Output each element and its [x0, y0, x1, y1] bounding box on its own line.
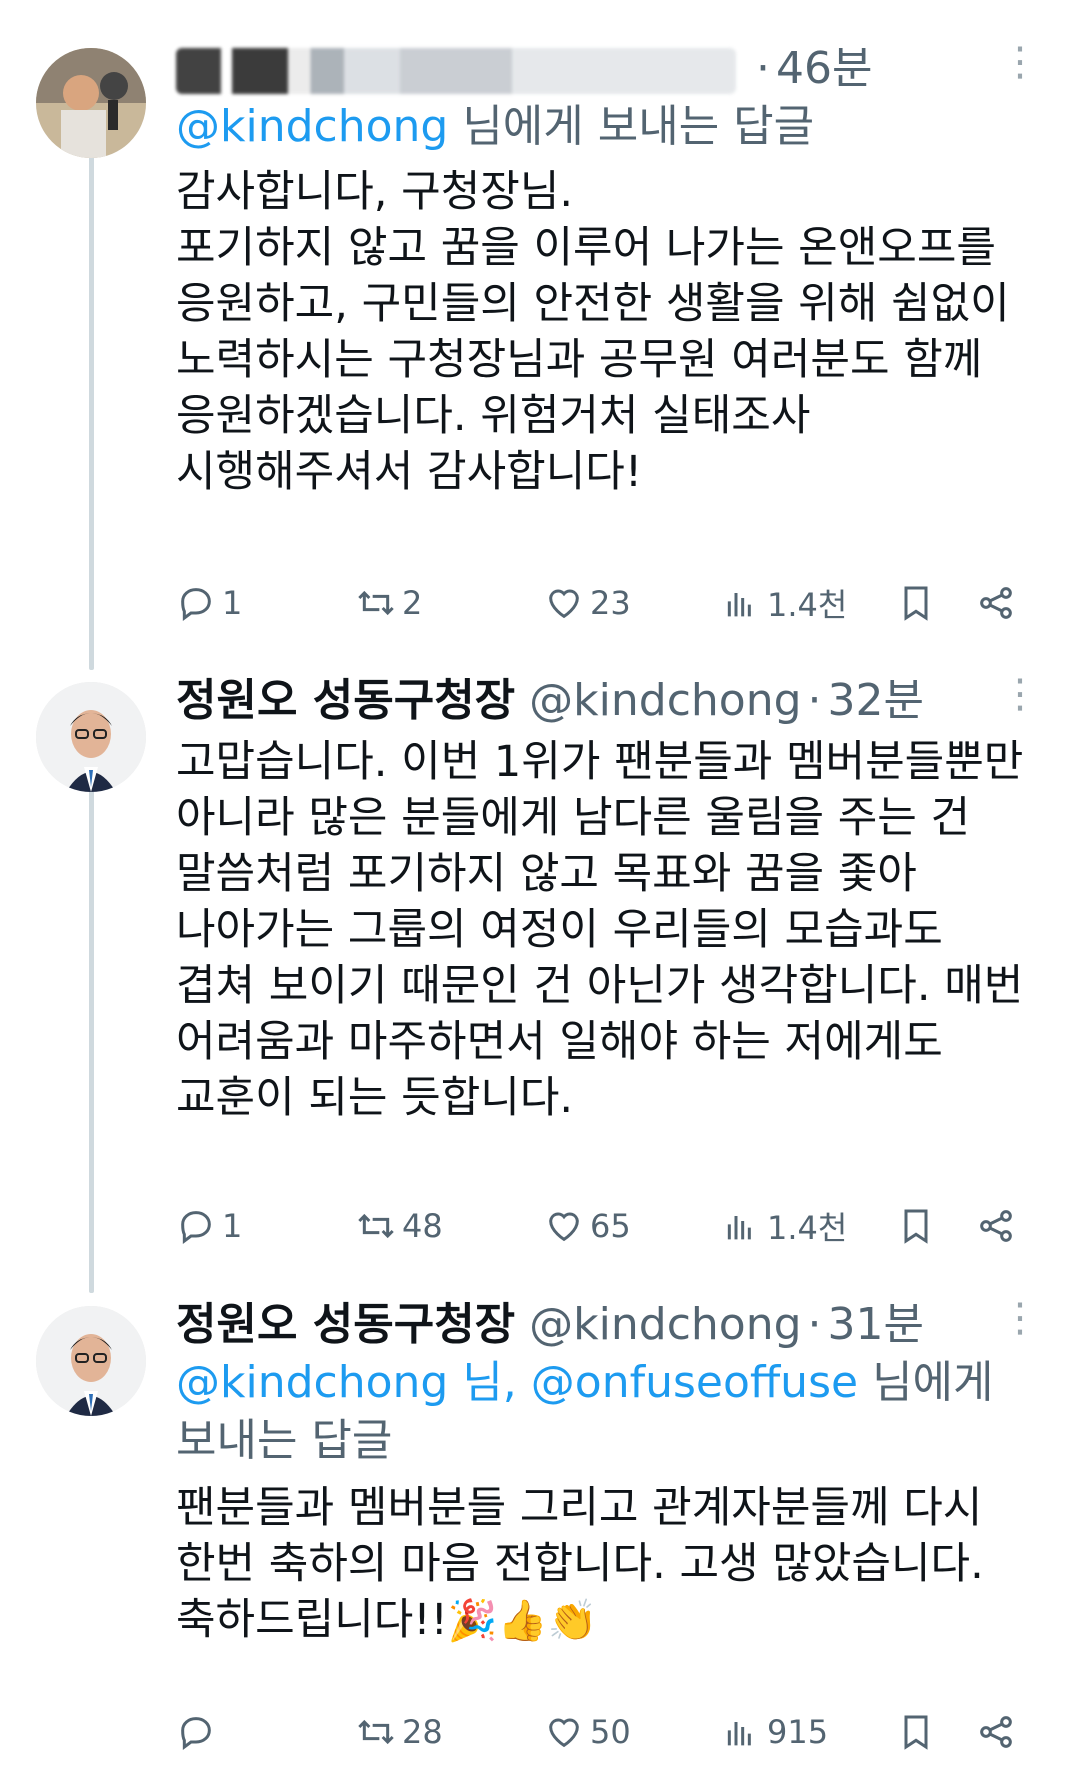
like-count: 23: [590, 584, 631, 622]
timestamp[interactable]: 46분: [776, 43, 872, 94]
reply-count: 1: [222, 1207, 243, 1245]
reply-button[interactable]: 1: [176, 575, 242, 631]
reply-context: @kindchong 님에게 보내는 답글: [176, 101, 815, 152]
reply-count: 1: [222, 584, 243, 622]
bookmark-icon: [904, 1715, 928, 1750]
share-icon: [980, 1210, 1012, 1242]
reply-button[interactable]: [176, 1704, 222, 1760]
user-handle[interactable]: @kindchong: [529, 675, 801, 726]
user-handle[interactable]: @kindchong: [529, 1299, 801, 1350]
retweet-icon: [358, 1719, 394, 1745]
tweet-body: 고맙습니다. 이번 1위가 팬분들과 멤버분들뿐만 아니라 많은 분들에게 남다…: [176, 737, 1024, 1123]
reply-icon: [181, 1717, 211, 1750]
heart-icon: [549, 589, 579, 619]
reply-icon: [181, 1211, 211, 1244]
tweet-actions: 1 2 23 1.4천: [176, 575, 1036, 631]
retweet-button[interactable]: 48: [356, 1198, 443, 1254]
retweet-icon: [358, 1213, 394, 1239]
timestamp[interactable]: 31분: [828, 1299, 924, 1350]
bookmark-button[interactable]: [896, 575, 936, 631]
like-button[interactable]: 65: [544, 1198, 631, 1254]
views-button[interactable]: 1.4천: [721, 575, 847, 631]
views-icon: [727, 1722, 751, 1746]
heart-icon: [549, 1212, 579, 1242]
bookmark-button[interactable]: [896, 1198, 936, 1254]
share-button[interactable]: [976, 575, 1016, 631]
bookmark-icon: [904, 1209, 928, 1244]
mention-links[interactable]: @kindchong 님, @onfuseoffuse: [176, 1357, 858, 1408]
thread-connector: [89, 150, 94, 670]
share-button[interactable]: [976, 1198, 1016, 1254]
share-icon: [980, 587, 1012, 619]
views-button[interactable]: 915: [721, 1704, 828, 1760]
tweet-actions: 28 50 915: [176, 1704, 1036, 1760]
views-icon: [727, 593, 751, 617]
view-count: 1.4천: [767, 586, 848, 624]
more-options-icon[interactable]: ⋮: [1000, 40, 1040, 98]
like-button[interactable]: 23: [544, 575, 631, 631]
retweet-icon: [358, 590, 394, 616]
tweet-body: 팬분들과 멤버분들 그리고 관계자분들께 다시 한번 축하의 마음 전합니다. …: [176, 1480, 1040, 1649]
retweet-count: 2: [402, 584, 423, 622]
retweet-button[interactable]: 28: [356, 1704, 443, 1760]
emoji-group: 🎉👍👏: [447, 1598, 598, 1644]
avatar[interactable]: [36, 682, 146, 792]
view-count: 915: [767, 1713, 829, 1751]
views-button[interactable]: 1.4천: [721, 1198, 847, 1254]
more-options-icon[interactable]: ⋮: [1000, 672, 1040, 730]
thread-connector: [89, 788, 94, 1293]
timestamp[interactable]: 32분: [828, 675, 924, 726]
reply-context: @kindchong 님, @onfuseoffuse 님에게: [176, 1357, 994, 1408]
retweet-count: 28: [402, 1713, 443, 1751]
views-icon: [727, 1216, 751, 1240]
retweet-button[interactable]: 2: [356, 575, 422, 631]
reply-context-line2: 보내는 답글: [176, 1415, 393, 1466]
bookmark-button[interactable]: [896, 1704, 936, 1760]
tweet-actions: 1 48 65 1.4천: [176, 1198, 1036, 1254]
view-count: 1.4천: [767, 1209, 848, 1247]
display-name[interactable]: 정원오 성동구청장: [176, 675, 515, 726]
share-icon: [980, 1716, 1012, 1748]
tweet-header: 정원오 성동구청장 @kindchong · 32분 ⋮: [176, 672, 1040, 730]
like-button[interactable]: 50: [544, 1704, 631, 1760]
retweet-count: 48: [402, 1207, 443, 1245]
display-name[interactable]: 정원오 성동구청장: [176, 1299, 515, 1350]
blurred-username: [176, 48, 736, 94]
bookmark-icon: [904, 586, 928, 621]
avatar[interactable]: [36, 1306, 146, 1416]
share-button[interactable]: [976, 1704, 1016, 1760]
avatar[interactable]: [36, 48, 146, 158]
more-options-icon[interactable]: ⋮: [1000, 1296, 1040, 1354]
tweet-header: · 46분 ⋮: [176, 40, 1040, 98]
like-count: 65: [590, 1207, 631, 1245]
tweet-body: 감사합니다, 구청장님. 포기하지 않고 꿈을 이루어 나가는 온앤오프를 응원…: [176, 167, 1010, 497]
like-count: 50: [590, 1713, 631, 1751]
tweet-header: 정원오 성동구청장 @kindchong · 31분 ⋮: [176, 1296, 1040, 1354]
reply-button[interactable]: 1: [176, 1198, 242, 1254]
reply-icon: [181, 588, 211, 621]
heart-icon: [549, 1718, 579, 1748]
mention-link[interactable]: @kindchong: [176, 101, 448, 152]
